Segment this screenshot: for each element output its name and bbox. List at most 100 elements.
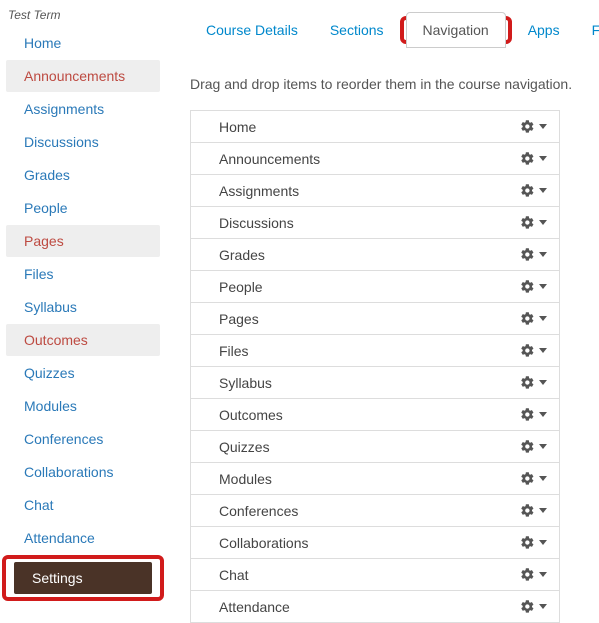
gear-icon <box>520 471 535 486</box>
nav-item-options-button[interactable] <box>520 375 547 390</box>
highlight-settings: Settings <box>2 555 164 601</box>
nav-reorder-label: Discussions <box>219 215 294 231</box>
gear-icon <box>520 535 535 550</box>
nav-item-options-button[interactable] <box>520 439 547 454</box>
nav-reorder-label: Announcements <box>219 151 320 167</box>
sidebar-item-pages[interactable]: Pages <box>6 225 160 257</box>
app-layout: Test Term HomeAnnouncementsAssignmentsDi… <box>0 0 599 623</box>
sidebar-item-outcomes[interactable]: Outcomes <box>6 324 160 356</box>
tab-apps[interactable]: Apps <box>512 12 576 48</box>
nav-item-options-button[interactable] <box>520 471 547 486</box>
tab-course-details[interactable]: Course Details <box>190 12 314 48</box>
nav-reorder-row[interactable]: People <box>190 271 560 303</box>
gear-icon <box>520 375 535 390</box>
nav-reorder-row[interactable]: Outcomes <box>190 399 560 431</box>
nav-reorder-label: Home <box>219 119 256 135</box>
sidebar-item-quizzes[interactable]: Quizzes <box>6 357 160 389</box>
sidebar-item-syllabus[interactable]: Syllabus <box>6 291 160 323</box>
gear-icon <box>520 183 535 198</box>
gear-icon <box>520 279 535 294</box>
nav-item-options-button[interactable] <box>520 279 547 294</box>
sidebar-item-files[interactable]: Files <box>6 258 160 290</box>
nav-reorder-label: Conferences <box>219 503 298 519</box>
highlight-navigation-tab: Navigation <box>400 16 512 44</box>
nav-reorder-label: Chat <box>219 567 249 583</box>
caret-down-icon <box>539 444 547 449</box>
nav-item-options-button[interactable] <box>520 567 547 582</box>
gear-icon <box>520 343 535 358</box>
nav-reorder-row[interactable]: Home <box>190 111 560 143</box>
nav-reorder-label: Collaborations <box>219 535 309 551</box>
nav-reorder-label: Attendance <box>219 599 290 615</box>
nav-item-options-button[interactable] <box>520 535 547 550</box>
gear-icon <box>520 311 535 326</box>
caret-down-icon <box>539 316 547 321</box>
sidebar-item-announcements[interactable]: Announcements <box>6 60 160 92</box>
sidebar-item-collaborations[interactable]: Collaborations <box>6 456 160 488</box>
tab-navigation[interactable]: Navigation <box>406 12 506 48</box>
sidebar-item-home[interactable]: Home <box>6 27 160 59</box>
sidebar-item-assignments[interactable]: Assignments <box>6 93 160 125</box>
caret-down-icon <box>539 540 547 545</box>
nav-reorder-row[interactable]: Quizzes <box>190 431 560 463</box>
nav-reorder-row[interactable]: Announcements <box>190 143 560 175</box>
sidebar-item-settings[interactable]: Settings <box>14 562 152 594</box>
main-content: Course DetailsSectionsNavigationAppsFeat… <box>166 0 599 623</box>
sidebar-item-discussions[interactable]: Discussions <box>6 126 160 158</box>
nav-reorder-label: Syllabus <box>219 375 272 391</box>
term-label: Test Term <box>0 8 166 26</box>
nav-reorder-label: Files <box>219 343 249 359</box>
caret-down-icon <box>539 284 547 289</box>
gear-icon <box>520 407 535 422</box>
caret-down-icon <box>539 604 547 609</box>
nav-reorder-label: Outcomes <box>219 407 283 423</box>
sidebar-item-people[interactable]: People <box>6 192 160 224</box>
sidebar-item-chat[interactable]: Chat <box>6 489 160 521</box>
caret-down-icon <box>539 412 547 417</box>
nav-item-options-button[interactable] <box>520 215 547 230</box>
gear-icon <box>520 119 535 134</box>
nav-item-options-button[interactable] <box>520 311 547 326</box>
nav-reorder-row[interactable]: Assignments <box>190 175 560 207</box>
nav-item-options-button[interactable] <box>520 343 547 358</box>
nav-item-options-button[interactable] <box>520 151 547 166</box>
nav-reorder-label: People <box>219 279 263 295</box>
nav-reorder-row[interactable]: Conferences <box>190 495 560 527</box>
course-sidebar: Test Term HomeAnnouncementsAssignmentsDi… <box>0 0 166 623</box>
nav-reorder-label: Modules <box>219 471 272 487</box>
nav-reorder-label: Pages <box>219 311 259 327</box>
nav-item-options-button[interactable] <box>520 503 547 518</box>
nav-item-options-button[interactable] <box>520 407 547 422</box>
caret-down-icon <box>539 220 547 225</box>
caret-down-icon <box>539 508 547 513</box>
gear-icon <box>520 151 535 166</box>
nav-reorder-row[interactable]: Attendance <box>190 591 560 623</box>
nav-reorder-row[interactable]: Pages <box>190 303 560 335</box>
gear-icon <box>520 439 535 454</box>
nav-reorder-label: Assignments <box>219 183 299 199</box>
nav-item-options-button[interactable] <box>520 247 547 262</box>
sidebar-item-modules[interactable]: Modules <box>6 390 160 422</box>
caret-down-icon <box>539 476 547 481</box>
nav-reorder-row[interactable]: Discussions <box>190 207 560 239</box>
nav-reorder-row[interactable]: Files <box>190 335 560 367</box>
nav-reorder-row[interactable]: Modules <box>190 463 560 495</box>
nav-item-options-button[interactable] <box>520 183 547 198</box>
nav-reorder-row[interactable]: Chat <box>190 559 560 591</box>
nav-reorder-row[interactable]: Syllabus <box>190 367 560 399</box>
sidebar-item-grades[interactable]: Grades <box>6 159 160 191</box>
sidebar-item-conferences[interactable]: Conferences <box>6 423 160 455</box>
navigation-reorder-list: Home Announcements Assignments Discussions G… <box>190 110 560 623</box>
caret-down-icon <box>539 572 547 577</box>
nav-item-options-button[interactable] <box>520 119 547 134</box>
nav-reorder-row[interactable]: Collaborations <box>190 527 560 559</box>
gear-icon <box>520 215 535 230</box>
sidebar-item-attendance[interactable]: Attendance <box>6 522 160 554</box>
caret-down-icon <box>539 188 547 193</box>
nav-item-options-button[interactable] <box>520 599 547 614</box>
tab-feature-options[interactable]: Feature Options <box>576 12 599 48</box>
nav-reorder-row[interactable]: Grades <box>190 239 560 271</box>
gear-icon <box>520 247 535 262</box>
tab-sections[interactable]: Sections <box>314 12 400 48</box>
settings-tabs: Course DetailsSectionsNavigationAppsFeat… <box>190 12 599 48</box>
